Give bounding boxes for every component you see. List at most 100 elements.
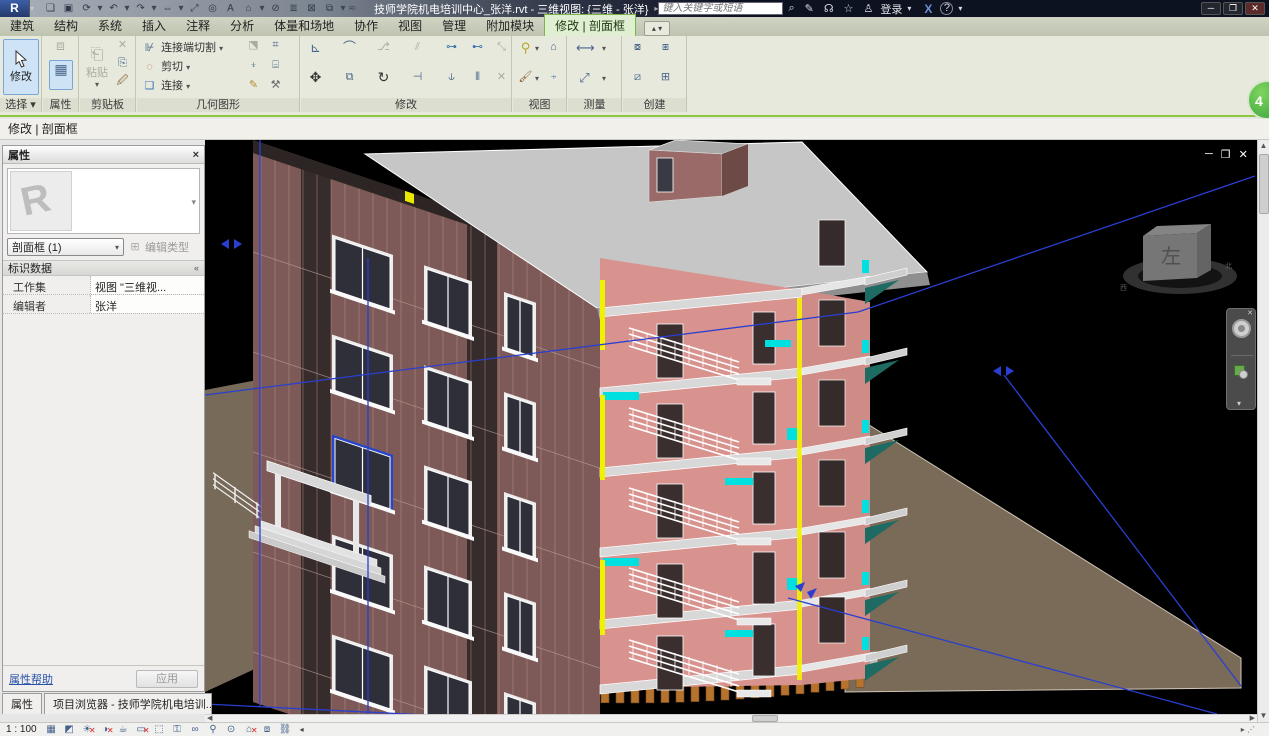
sync-dropdown-icon[interactable]: ▾	[96, 1, 104, 16]
zoom-icon[interactable]	[1234, 365, 1245, 376]
hammer-icon[interactable]: ⚒	[267, 78, 284, 93]
view-control-collapse-icon[interactable]: ◂	[300, 725, 304, 734]
mirror-draw-axis-icon[interactable]: ⫽	[409, 40, 426, 55]
hscroll-thumb[interactable]	[752, 715, 778, 722]
tag-by-category-icon[interactable]: ◎	[204, 1, 221, 16]
scroll-down-icon[interactable]: ▼	[1258, 710, 1269, 722]
measure-tool-icon[interactable]: ⟷	[576, 40, 593, 55]
hide-elements-bulb-icon[interactable]: ⚲	[517, 40, 534, 55]
restore-button[interactable]: ❐	[1223, 2, 1243, 15]
open-icon[interactable]: ❏	[42, 1, 59, 16]
subscription-wrench-icon[interactable]: ✎	[805, 2, 814, 15]
view-minimize-button[interactable]: ─	[1205, 148, 1213, 161]
tab-annotate[interactable]: 注释	[176, 15, 220, 36]
dimension-tool-icon[interactable]: ⤢	[576, 70, 593, 85]
create-parts-icon[interactable]: ⧄	[629, 70, 646, 85]
favorites-star-icon[interactable]: ☆	[844, 2, 854, 15]
wall-joins-icon[interactable]: ⌗	[267, 38, 284, 53]
communication-center-icon[interactable]: ☊	[824, 2, 834, 15]
vertical-scrollbar[interactable]: ▲ ▼	[1257, 140, 1269, 722]
unlocked-3d-view-icon[interactable]: ⚿	[170, 723, 185, 736]
navbar-close-icon[interactable]: ✕	[1247, 309, 1253, 317]
identity-data-group-header[interactable]: 标识数据 «	[3, 260, 204, 276]
statusbar-resize-grip[interactable]: ▸ ⋰	[1241, 725, 1255, 734]
tab-addins[interactable]: 附加模块	[476, 15, 544, 36]
view-scale-button[interactable]: 1 : 100	[6, 724, 37, 735]
demolish-icon[interactable]: ⌸	[267, 58, 284, 73]
default-3d-view-icon[interactable]: ⌂	[240, 1, 257, 16]
shadows-off-icon[interactable]: ◑✕	[98, 723, 113, 736]
array-icon[interactable]: ⫴	[469, 70, 486, 85]
workset-value[interactable]: 视图 "三维视...	[91, 276, 204, 294]
vscroll-thumb[interactable]	[1259, 154, 1269, 214]
navbar-chevron-down-icon[interactable]: ▾	[1237, 399, 1241, 408]
visual-style-icon[interactable]: ◩	[62, 723, 77, 736]
exchange-apps-icon[interactable]: X	[924, 2, 932, 16]
align-icon[interactable]: ⊾	[307, 40, 324, 55]
thin-lines-icon[interactable]: ≣	[285, 1, 302, 16]
view-close-button[interactable]: ✕	[1239, 148, 1248, 161]
edited-by-value[interactable]: 张洋	[91, 295, 204, 313]
sign-in-button[interactable]: 登录	[880, 1, 902, 17]
type-properties-icon[interactable]: ⧈	[52, 38, 69, 53]
move-icon[interactable]: ✥	[307, 70, 324, 85]
user-icon[interactable]: ♙	[863, 2, 873, 15]
unpin-icon[interactable]: ⊷	[469, 40, 486, 55]
cut-icon[interactable]: ✕	[114, 38, 131, 53]
split-element-icon[interactable]: ⫝	[443, 70, 460, 85]
tab-manage[interactable]: 管理	[432, 15, 476, 36]
undo-dropdown-icon[interactable]: ▾	[123, 1, 131, 16]
tab-insert[interactable]: 插入	[132, 15, 176, 36]
beam-join-cut-button[interactable]: ⊮ 连接端切割 ▾	[141, 39, 223, 56]
tab-systems[interactable]: 系统	[88, 15, 132, 36]
hide-dropdown-icon[interactable]: ▾	[535, 44, 539, 53]
create-assembly-icon[interactable]: ⧆	[657, 40, 674, 55]
underlay-icon[interactable]: ⍆	[545, 70, 562, 85]
3d-model-view[interactable]: 左 西 北	[205, 140, 1257, 714]
measure-icon[interactable]: ⇔	[159, 1, 176, 16]
help-dropdown-icon[interactable]: ▾	[958, 4, 962, 13]
scroll-right-icon[interactable]: ▶	[1250, 714, 1255, 722]
customize-qat-icon[interactable]: ≂	[348, 1, 356, 16]
copy-icon[interactable]: ⎘	[114, 56, 131, 71]
override-dropdown-icon[interactable]: ▾	[535, 74, 539, 83]
help-icon[interactable]: ?	[940, 2, 953, 15]
scale-icon[interactable]: ⤡	[493, 40, 510, 55]
search-icon[interactable]: ⌕	[788, 2, 794, 15]
text-icon[interactable]: A	[222, 1, 239, 16]
split-face-icon[interactable]: ⍖	[245, 58, 262, 73]
switch-windows-icon[interactable]: ⧉	[321, 1, 338, 16]
trial-days-badge[interactable]: 4	[1247, 80, 1269, 120]
show-constraints-icon[interactable]: ⛓	[278, 723, 293, 736]
type-selector-combobox[interactable]: 剖面框 (1) ▾	[7, 238, 124, 256]
show-crop-region-icon[interactable]: ⬚	[152, 723, 167, 736]
aligned-dimension-icon[interactable]: ⤢	[186, 1, 203, 16]
match-type-icon[interactable]: 🖉	[114, 74, 131, 89]
tab-project-browser[interactable]: 项目浏览器 - 技师学院机电培训...	[44, 693, 212, 714]
scroll-left-icon[interactable]: ◀	[207, 714, 212, 722]
redo-dropdown-icon[interactable]: ▾	[150, 1, 158, 16]
redo-icon[interactable]: ↷	[132, 1, 149, 16]
section-icon[interactable]: ⊘	[267, 1, 284, 16]
group-collapse-icon[interactable]: «	[194, 263, 199, 273]
highlight-displacement-sets-icon[interactable]: ⧈	[260, 723, 275, 736]
properties-header[interactable]: 属性 ×	[3, 146, 204, 164]
scroll-up-icon[interactable]: ▲	[1258, 140, 1269, 152]
temporary-view-properties-icon[interactable]: ⊙	[224, 723, 239, 736]
paste-button[interactable]: ⎗ 粘贴 ▾	[83, 39, 111, 95]
sun-path-off-icon[interactable]: ☀✕	[80, 723, 95, 736]
search-input[interactable]	[658, 2, 783, 15]
app-menu-arrow-icon[interactable]: ▾	[30, 4, 34, 13]
tab-architecture[interactable]: 建筑	[0, 15, 44, 36]
tab-view[interactable]: 视图	[388, 15, 432, 36]
modify-button[interactable]: 修改	[3, 39, 39, 95]
override-graphics-brush-icon[interactable]: 🖌	[517, 70, 534, 85]
join-geometry-button[interactable]: ❑ 连接 ▾	[141, 77, 190, 94]
tab-structure[interactable]: 结构	[44, 15, 88, 36]
measure-dropdown-icon[interactable]: ▾	[602, 44, 606, 53]
section-cut-interior[interactable]	[600, 258, 802, 697]
copy-element-icon[interactable]: ⧉	[341, 70, 358, 85]
properties-help-link[interactable]: 属性帮助	[9, 671, 53, 687]
trim-extend-icon[interactable]: ⊣	[409, 70, 426, 85]
tab-analyze[interactable]: 分析	[220, 15, 264, 36]
